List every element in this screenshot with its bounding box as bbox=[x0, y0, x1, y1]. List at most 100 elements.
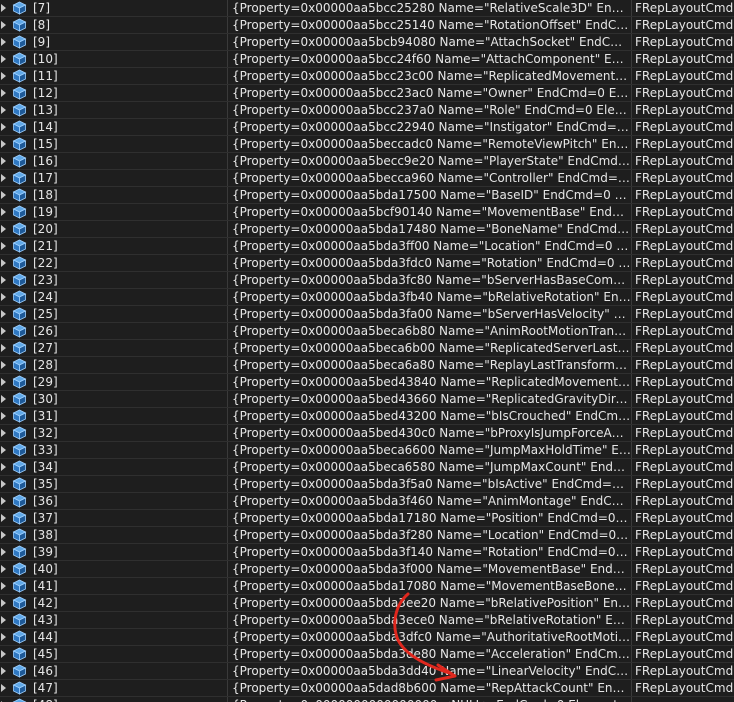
expand-arrow-icon[interactable] bbox=[1, 684, 6, 692]
watch-row[interactable]: [29] {Property=0x00000aa5bed43840 Name="… bbox=[0, 374, 734, 391]
watch-row[interactable]: [10] {Property=0x00000aa5bcc24f60 Name="… bbox=[0, 51, 734, 68]
watch-row[interactable]: [42] {Property=0x00000aa5bda3ee20 Name="… bbox=[0, 595, 734, 612]
watch-row[interactable]: [27] {Property=0x00000aa5beca6b00 Name="… bbox=[0, 340, 734, 357]
row-index: [36] bbox=[33, 494, 58, 508]
expand-arrow-icon[interactable] bbox=[1, 548, 6, 556]
watch-row[interactable]: [45] {Property=0x00000aa5bda3de80 Name="… bbox=[0, 646, 734, 663]
watch-row[interactable]: [44] {Property=0x00000aa5bda3dfc0 Name="… bbox=[0, 629, 734, 646]
watch-row[interactable]: [35] {Property=0x00000aa5bda3f5a0 Name="… bbox=[0, 476, 734, 493]
watch-row[interactable]: [33] {Property=0x00000aa5beca6600 Name="… bbox=[0, 442, 734, 459]
name-cell: [28] bbox=[0, 357, 228, 373]
expand-arrow-icon[interactable] bbox=[1, 497, 6, 505]
expand-arrow-icon[interactable] bbox=[1, 412, 6, 420]
watch-row[interactable]: [39] {Property=0x00000aa5bda3f140 Name="… bbox=[0, 544, 734, 561]
watch-row[interactable]: [8] {Property=0x00000aa5bcc25140 Name="R… bbox=[0, 17, 734, 34]
watch-row[interactable]: [20] {Property=0x00000aa5bda17480 Name="… bbox=[0, 221, 734, 238]
name-cell: [12] bbox=[0, 85, 228, 101]
expand-arrow-icon[interactable] bbox=[1, 633, 6, 641]
expand-arrow-icon[interactable] bbox=[1, 582, 6, 590]
type-cell: FRepLayoutCmd bbox=[635, 86, 734, 100]
row-index: [32] bbox=[33, 426, 58, 440]
expand-arrow-icon[interactable] bbox=[1, 174, 6, 182]
expand-arrow-icon[interactable] bbox=[1, 140, 6, 148]
expand-arrow-icon[interactable] bbox=[1, 514, 6, 522]
watch-row[interactable]: [23] {Property=0x00000aa5bda3fc80 Name="… bbox=[0, 272, 734, 289]
watch-row[interactable]: [19] {Property=0x00000aa5bcf90140 Name="… bbox=[0, 204, 734, 221]
type-cell: FRepLayoutCmd bbox=[635, 341, 734, 355]
watch-row[interactable]: [21] {Property=0x00000aa5bda3ff00 Name="… bbox=[0, 238, 734, 255]
expand-arrow-icon[interactable] bbox=[1, 531, 6, 539]
watch-row[interactable]: [24] {Property=0x00000aa5bda3fb40 Name="… bbox=[0, 289, 734, 306]
watch-row[interactable]: [40] {Property=0x00000aa5bda3f000 Name="… bbox=[0, 561, 734, 578]
value-cell: {Property=0x00000aa5bda3f140 Name="Rotat… bbox=[229, 544, 632, 560]
expand-arrow-icon[interactable] bbox=[1, 123, 6, 131]
expand-arrow-icon[interactable] bbox=[1, 616, 6, 624]
watch-row[interactable]: [41] {Property=0x00000aa5bda17080 Name="… bbox=[0, 578, 734, 595]
watch-row[interactable]: [48] {Property=0x0000000000000000 <NULL>… bbox=[0, 697, 734, 702]
row-index: [27] bbox=[33, 341, 58, 355]
watch-row[interactable]: [37] {Property=0x00000aa5bda17180 Name="… bbox=[0, 510, 734, 527]
watch-row[interactable]: [13] {Property=0x00000aa5bcc237a0 Name="… bbox=[0, 102, 734, 119]
expand-arrow-icon[interactable] bbox=[1, 276, 6, 284]
expand-arrow-icon[interactable] bbox=[1, 378, 6, 386]
type-cell: FRepLayoutCmd bbox=[635, 630, 734, 644]
expand-arrow-icon[interactable] bbox=[1, 361, 6, 369]
watch-row[interactable]: [12] {Property=0x00000aa5bcc23ac0 Name="… bbox=[0, 85, 734, 102]
watch-row[interactable]: [17] {Property=0x00000aa5becca960 Name="… bbox=[0, 170, 734, 187]
expand-arrow-icon[interactable] bbox=[1, 72, 6, 80]
expand-arrow-icon[interactable] bbox=[1, 191, 6, 199]
expand-arrow-icon[interactable] bbox=[1, 446, 6, 454]
expand-arrow-icon[interactable] bbox=[1, 327, 6, 335]
watch-row[interactable]: [7] {Property=0x00000aa5bcc25280 Name="R… bbox=[0, 0, 734, 17]
watch-row[interactable]: [15] {Property=0x00000aa5beccadc0 Name="… bbox=[0, 136, 734, 153]
watch-row[interactable]: [28] {Property=0x00000aa5beca6a80 Name="… bbox=[0, 357, 734, 374]
expand-arrow-icon[interactable] bbox=[1, 667, 6, 675]
watch-row[interactable]: [30] {Property=0x00000aa5bed43660 Name="… bbox=[0, 391, 734, 408]
expand-arrow-icon[interactable] bbox=[1, 225, 6, 233]
watch-row[interactable]: [16] {Property=0x00000aa5becc9e20 Name="… bbox=[0, 153, 734, 170]
expand-arrow-icon[interactable] bbox=[1, 38, 6, 46]
expand-arrow-icon[interactable] bbox=[1, 599, 6, 607]
expand-arrow-icon[interactable] bbox=[1, 565, 6, 573]
expand-arrow-icon[interactable] bbox=[1, 242, 6, 250]
value-cell: {Property=0x00000aa5beca6600 Name="JumpM… bbox=[229, 442, 632, 458]
watch-row[interactable]: [47] {Property=0x00000aa5dad8b600 Name="… bbox=[0, 680, 734, 697]
watch-row[interactable]: [18] {Property=0x00000aa5bda17500 Name="… bbox=[0, 187, 734, 204]
expand-arrow-icon[interactable] bbox=[1, 4, 6, 12]
watch-row[interactable]: [32] {Property=0x00000aa5bed430c0 Name="… bbox=[0, 425, 734, 442]
watch-row[interactable]: [14] {Property=0x00000aa5bcc22940 Name="… bbox=[0, 119, 734, 136]
type-cell bbox=[633, 697, 734, 702]
watch-row[interactable]: [46] {Property=0x00000aa5bda3dd40 Name="… bbox=[0, 663, 734, 680]
expand-arrow-icon[interactable] bbox=[1, 55, 6, 63]
watch-row[interactable]: [31] {Property=0x00000aa5bed43200 Name="… bbox=[0, 408, 734, 425]
expand-arrow-icon[interactable] bbox=[1, 344, 6, 352]
watch-row[interactable]: [26] {Property=0x00000aa5beca6b80 Name="… bbox=[0, 323, 734, 340]
expand-arrow-icon[interactable] bbox=[1, 480, 6, 488]
row-index: [15] bbox=[33, 137, 58, 151]
watch-row[interactable]: [25] {Property=0x00000aa5bda3fa00 Name="… bbox=[0, 306, 734, 323]
expand-arrow-icon[interactable] bbox=[1, 395, 6, 403]
expand-arrow-icon[interactable] bbox=[1, 293, 6, 301]
name-cell: [11] bbox=[0, 68, 228, 84]
watch-row[interactable]: [9] {Property=0x00000aa5bcb94080 Name="A… bbox=[0, 34, 734, 51]
expand-arrow-icon[interactable] bbox=[1, 89, 6, 97]
watch-row[interactable]: [38] {Property=0x00000aa5bda3f280 Name="… bbox=[0, 527, 734, 544]
expand-arrow-icon[interactable] bbox=[1, 429, 6, 437]
expand-arrow-icon[interactable] bbox=[1, 259, 6, 267]
row-index: [23] bbox=[33, 273, 58, 287]
watch-row[interactable]: [11] {Property=0x00000aa5bcc23c00 Name="… bbox=[0, 68, 734, 85]
expand-arrow-icon[interactable] bbox=[1, 310, 6, 318]
expand-arrow-icon[interactable] bbox=[1, 208, 6, 216]
cube-object-icon bbox=[12, 358, 27, 372]
expand-arrow-icon[interactable] bbox=[1, 463, 6, 471]
value-cell: {Property=0x00000aa5bda3f000 Name="Movem… bbox=[229, 561, 632, 577]
value-cell: {Property=0x0000000000000000 <NULL> EndC… bbox=[229, 697, 632, 702]
watch-row[interactable]: [36] {Property=0x00000aa5bda3f460 Name="… bbox=[0, 493, 734, 510]
expand-arrow-icon[interactable] bbox=[1, 650, 6, 658]
expand-arrow-icon[interactable] bbox=[1, 157, 6, 165]
watch-row[interactable]: [34] {Property=0x00000aa5beca6580 Name="… bbox=[0, 459, 734, 476]
watch-row[interactable]: [22] {Property=0x00000aa5bda3fdc0 Name="… bbox=[0, 255, 734, 272]
expand-arrow-icon[interactable] bbox=[1, 21, 6, 29]
watch-row[interactable]: [43] {Property=0x00000aa5bda3ece0 Name="… bbox=[0, 612, 734, 629]
expand-arrow-icon[interactable] bbox=[1, 106, 6, 114]
